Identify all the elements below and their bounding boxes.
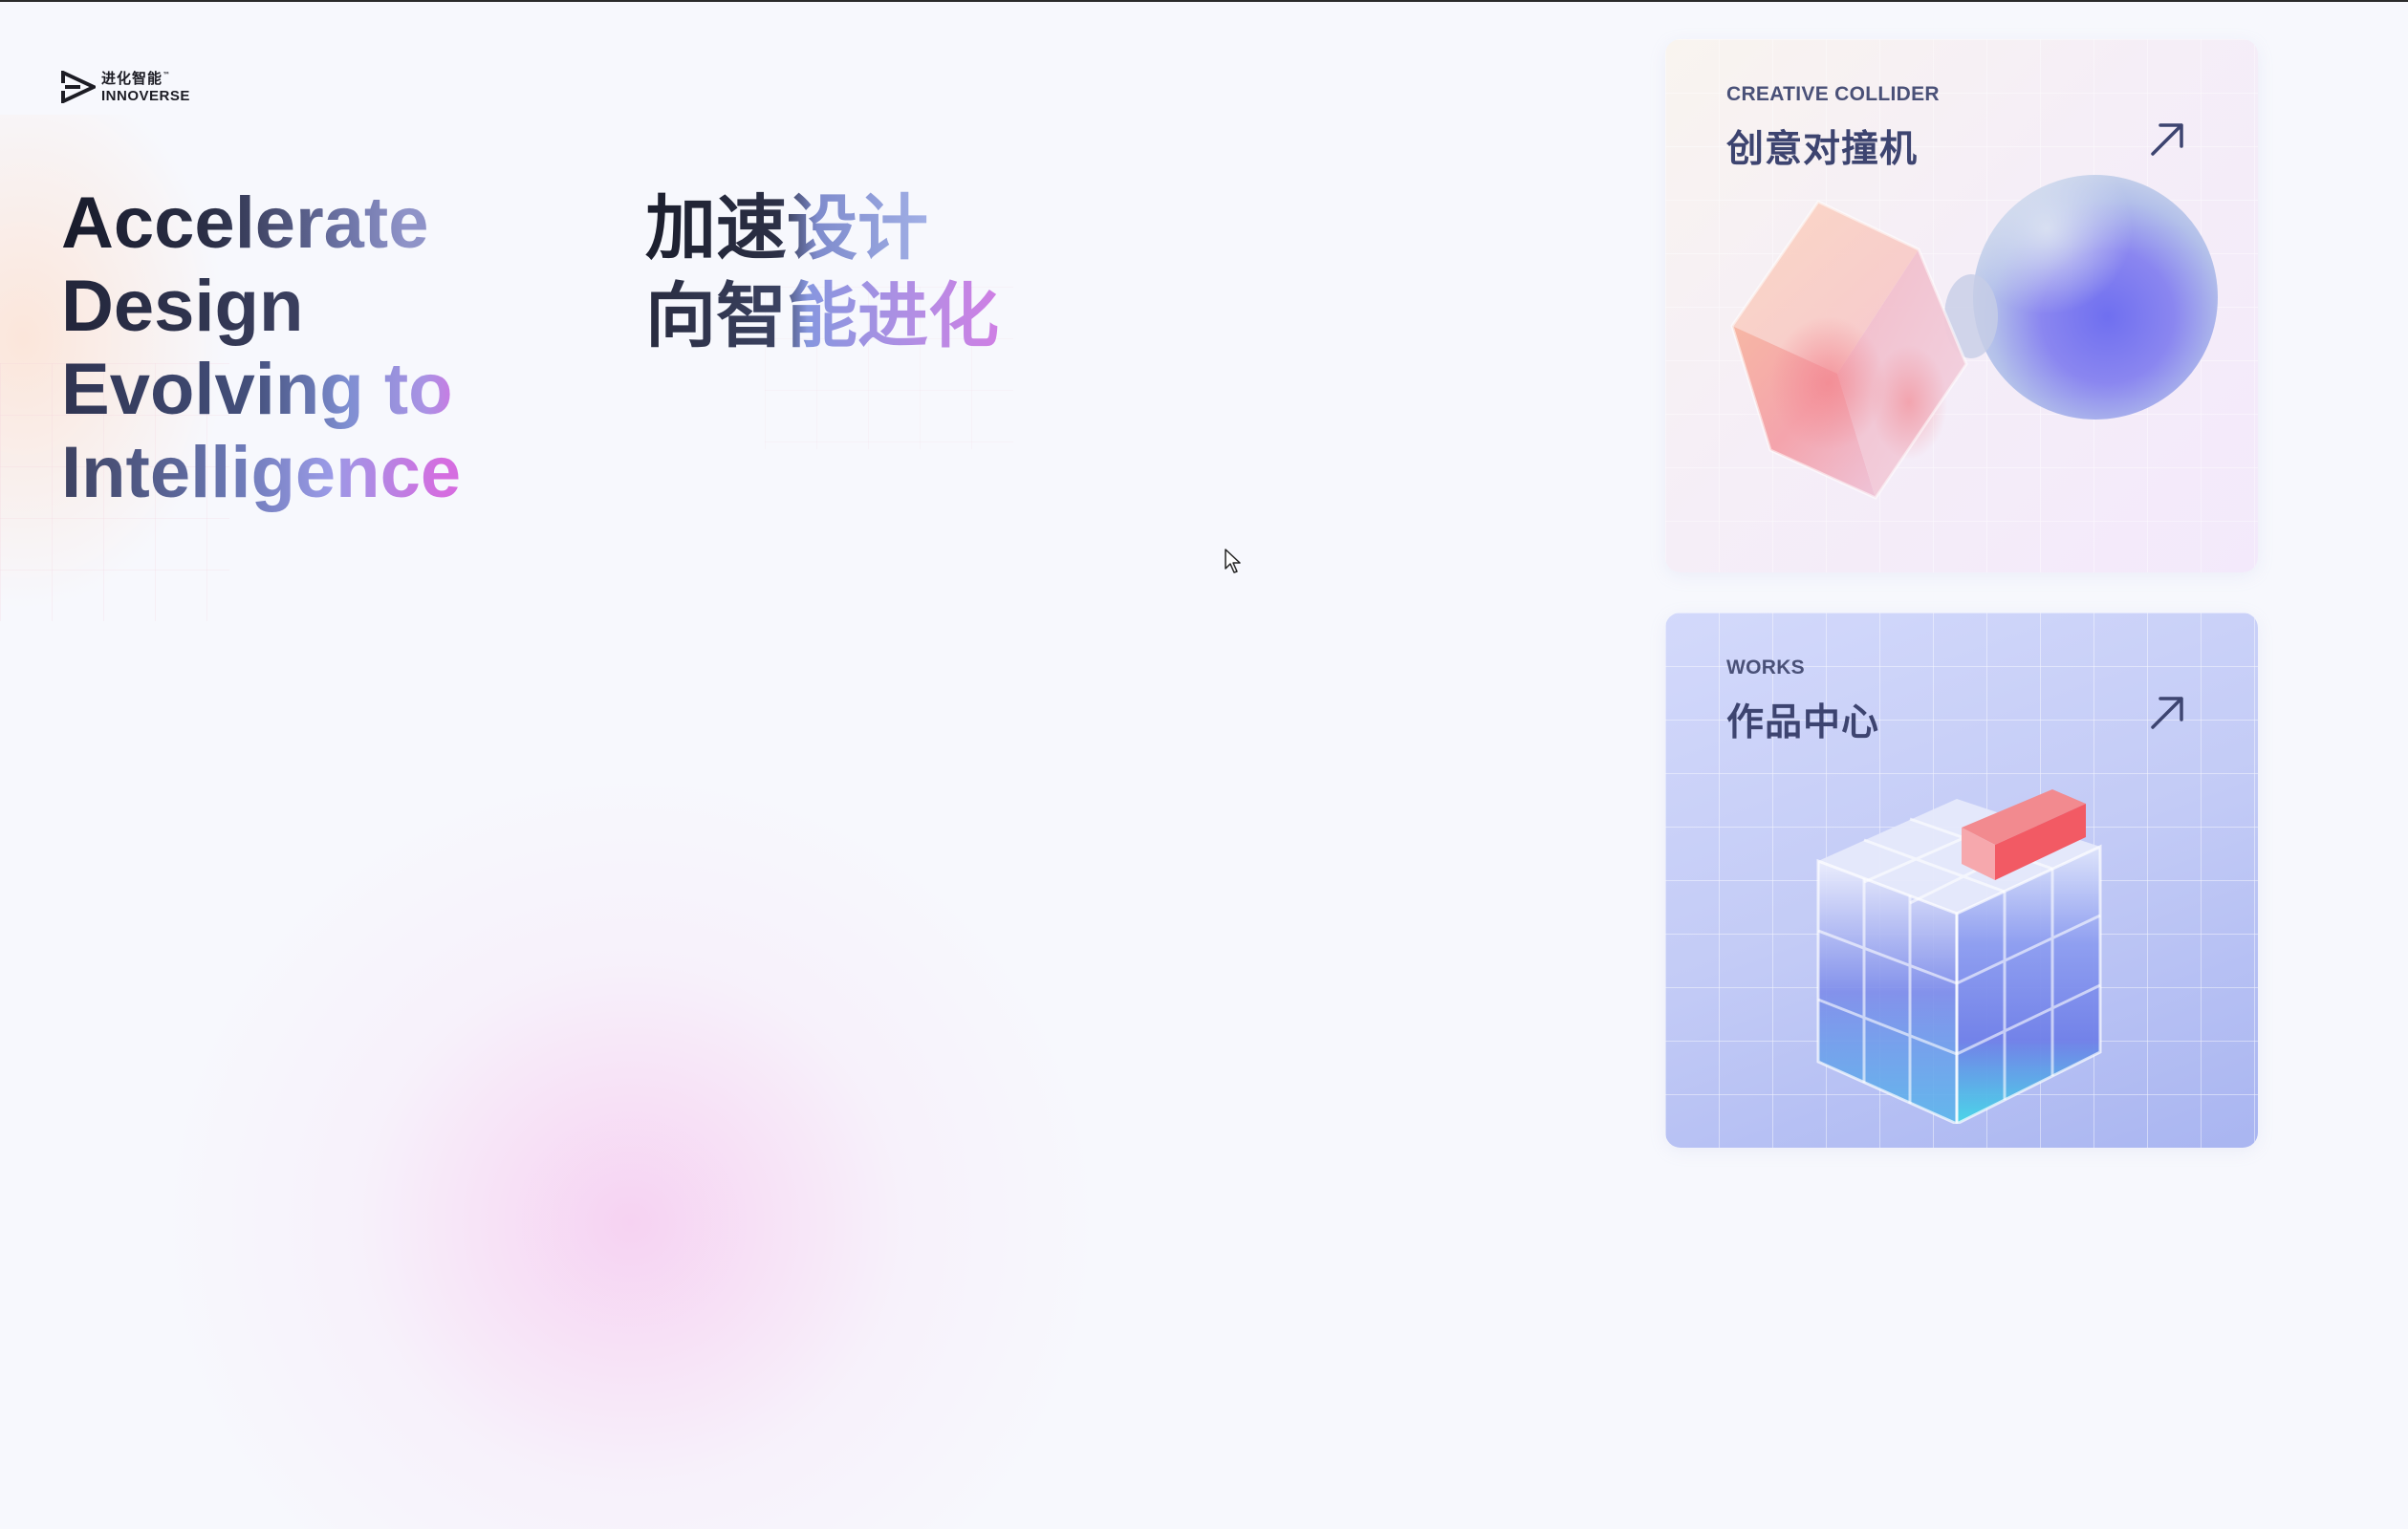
mouse-cursor-icon: [1225, 549, 1241, 573]
arrow-up-right-icon[interactable]: [2149, 695, 2185, 731]
hero-headline-cn-line: 向智能进化: [645, 272, 999, 360]
cube-sphere-illustration: [1730, 175, 2218, 500]
logo-mark-icon: [61, 71, 96, 103]
card-title: 作品中心: [1726, 701, 1880, 744]
card-title: 创意对撞机: [1726, 128, 1919, 171]
hero-headline-en-line: Intelligence: [61, 432, 462, 513]
hero-headline-cn: 加速设计 向智能进化: [645, 184, 999, 360]
logo-trademark: ™: [163, 70, 172, 79]
logo-name-en: INNOVERSE: [101, 87, 190, 104]
logo-name-cn: 进化智能: [101, 69, 163, 87]
card-works[interactable]: WORKS 作品中心: [1665, 613, 2258, 1148]
hero-headline-cn-line: 加速设计: [645, 184, 999, 272]
logo-wordmark: 进化智能™ INNOVERSE: [101, 69, 190, 104]
background-glow-bottom: [153, 764, 1109, 1529]
arrow-up-right-icon[interactable]: [2149, 121, 2185, 158]
top-border: [0, 0, 2408, 2]
card-creative-collider[interactable]: CREATIVE COLLIDER 创意对撞机: [1665, 39, 2258, 572]
hero-headline-en: Accelerate Design Evolving to Intelligen…: [61, 182, 461, 514]
brand-logo[interactable]: 进化智能™ INNOVERSE: [61, 71, 190, 103]
hero-headline-en-line: Accelerate: [61, 182, 461, 265]
hero-headline-en-line: Design: [61, 265, 461, 348]
glass-cube-illustration: [1816, 789, 2102, 1124]
card-tag: WORKS: [1726, 657, 1805, 678]
hero-headline-en-line: Evolving to: [61, 348, 461, 431]
card-tag: CREATIVE COLLIDER: [1726, 83, 1940, 105]
